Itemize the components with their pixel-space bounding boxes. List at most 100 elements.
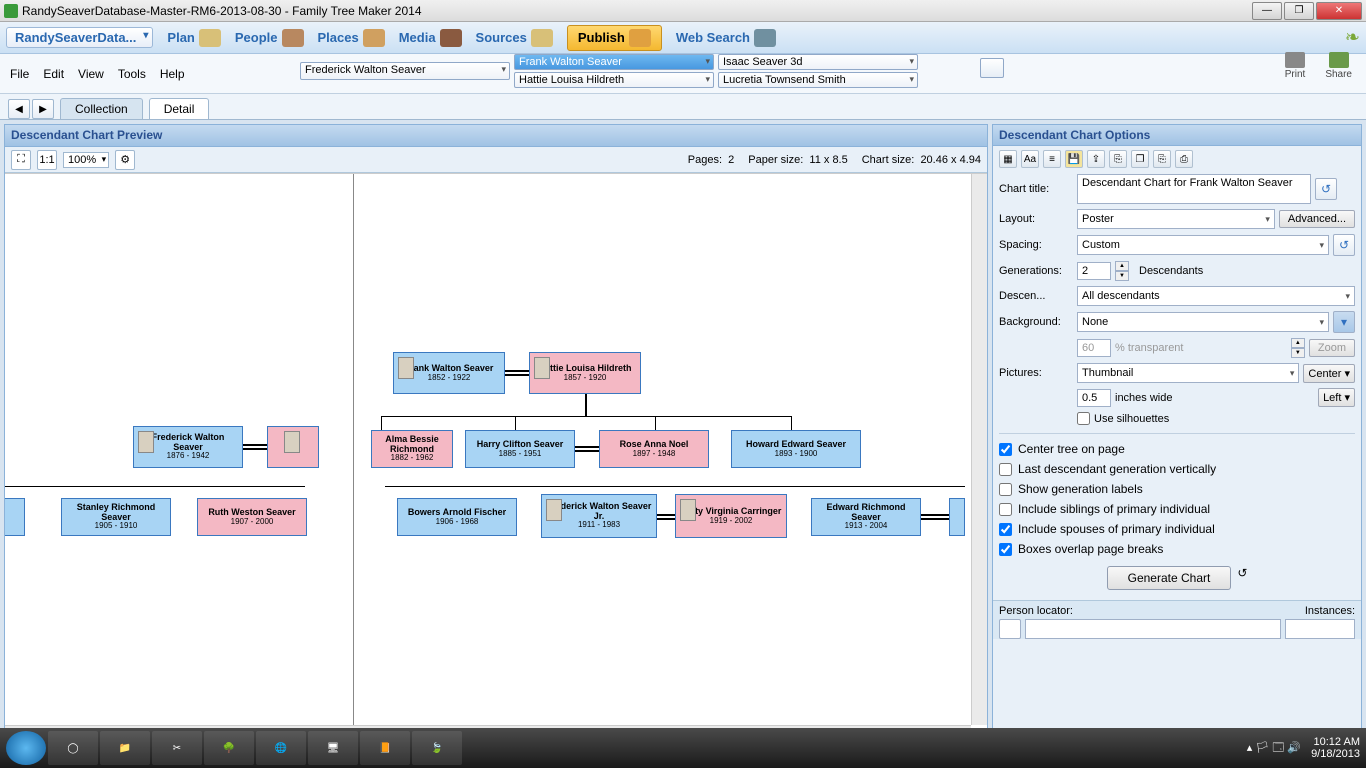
taskbar-app-3[interactable]: 🌐 bbox=[256, 731, 306, 765]
person-box[interactable] bbox=[267, 426, 319, 468]
taskbar-app-4[interactable]: 🖥 bbox=[308, 731, 358, 765]
person-box[interactable]: Edward Richmond Seaver1913 - 2004 bbox=[811, 498, 921, 536]
taskbar-app-5[interactable]: 📙 bbox=[360, 731, 410, 765]
advanced-button[interactable]: Advanced... bbox=[1279, 210, 1355, 228]
show-gen-labels-check[interactable]: Show generation labels bbox=[999, 482, 1355, 496]
zoom-select[interactable]: 100% bbox=[63, 152, 109, 168]
pedigree-gmother[interactable]: Lucretia Townsend Smith bbox=[718, 72, 918, 88]
charttitle-input[interactable]: Descendant Chart for Frank Walton Seaver bbox=[1077, 174, 1311, 204]
last-gen-vertical-check[interactable]: Last descendant generation vertically bbox=[999, 462, 1355, 476]
tray-icons[interactable]: ▴ 🏳 🗔 🔊 bbox=[1247, 739, 1301, 758]
locator-select[interactable] bbox=[1025, 619, 1281, 639]
person-box[interactable]: Stanley Richmond Seaver1905 - 1910 bbox=[61, 498, 171, 536]
pedigree-father[interactable]: Frank Walton Seaver bbox=[514, 54, 714, 70]
fit-page-button[interactable]: ⛶ bbox=[11, 150, 31, 170]
tray-date[interactable]: 9/18/2013 bbox=[1311, 748, 1360, 760]
pedigree-mother[interactable]: Hattie Louisa Hildreth bbox=[514, 72, 714, 88]
undo-spacing[interactable]: ↺ bbox=[1333, 234, 1355, 256]
center-tree-check[interactable]: Center tree on page bbox=[999, 442, 1355, 456]
person-box[interactable]: Frederick Walton Seaver Jr.1911 - 1983 bbox=[541, 494, 657, 538]
share-button[interactable]: Share bbox=[1325, 52, 1352, 80]
save-tool-icon[interactable]: 💾 bbox=[1065, 150, 1083, 168]
undo-charttitle[interactable]: ↺ bbox=[1315, 178, 1337, 200]
media-icon bbox=[440, 29, 462, 47]
menu-help[interactable]: Help bbox=[160, 67, 185, 81]
taskbar-app-1[interactable]: ✂ bbox=[152, 731, 202, 765]
bg-picker[interactable]: ▾ bbox=[1333, 311, 1355, 333]
undo-generate[interactable]: ↺ bbox=[1237, 566, 1247, 590]
maximize-button[interactable]: ❐ bbox=[1284, 2, 1314, 20]
tab-media[interactable]: Media bbox=[399, 29, 462, 47]
left-button[interactable]: Left ▾ bbox=[1318, 388, 1355, 407]
boxes-overlap-check[interactable]: Boxes overlap page breaks bbox=[999, 542, 1355, 556]
include-spouses-check[interactable]: Include spouses of primary individual bbox=[999, 522, 1355, 536]
pictures-select[interactable]: Thumbnail bbox=[1077, 363, 1299, 383]
menu-edit[interactable]: Edit bbox=[43, 67, 64, 81]
taskbar-explorer[interactable]: 📁 bbox=[100, 731, 150, 765]
picwidth-input[interactable] bbox=[1077, 389, 1111, 407]
pedigree-gfather[interactable]: Isaac Seaver 3d bbox=[718, 54, 918, 70]
tab-people[interactable]: People bbox=[235, 29, 304, 47]
person-box[interactable]: Hattie Louisa Hildreth1857 - 1920 bbox=[529, 352, 641, 394]
misc-tool-1[interactable]: ⎘ bbox=[1109, 150, 1127, 168]
person-box[interactable]: Howard Edward Seaver1893 - 1900 bbox=[731, 430, 861, 468]
tab-websearch[interactable]: Web Search bbox=[676, 29, 776, 47]
taskbar-ftm[interactable]: 🍃 bbox=[412, 731, 462, 765]
pedigree-person-1[interactable]: Frederick Walton Seaver bbox=[300, 62, 510, 80]
start-button[interactable] bbox=[6, 731, 46, 765]
taskbar-chrome[interactable]: ◯ bbox=[48, 731, 98, 765]
person-box[interactable]: Ruth Weston Seaver1907 - 2000 bbox=[197, 498, 307, 536]
menu-file[interactable]: File bbox=[10, 67, 29, 81]
spacing-select[interactable]: Custom bbox=[1077, 235, 1329, 255]
layout-select[interactable]: Poster bbox=[1077, 209, 1275, 229]
generations-spinner[interactable]: ▲▼ bbox=[1115, 261, 1129, 281]
database-dropdown[interactable]: RandySeaverData... bbox=[6, 27, 153, 48]
tab-sources[interactable]: Sources bbox=[476, 29, 553, 47]
instances-select[interactable] bbox=[1285, 619, 1355, 639]
nav-fwd[interactable]: ▶ bbox=[32, 99, 54, 119]
taskbar-app-2[interactable]: 🌳 bbox=[204, 731, 254, 765]
menu-view[interactable]: View bbox=[78, 67, 104, 81]
font-tool-icon[interactable]: Aa bbox=[1021, 150, 1039, 168]
nav-back[interactable]: ◀ bbox=[8, 99, 30, 119]
generations-input[interactable] bbox=[1077, 262, 1111, 280]
close-button[interactable]: ✕ bbox=[1316, 2, 1362, 20]
person-box[interactable]: Rose Anna Noel1897 - 1948 bbox=[599, 430, 709, 468]
generate-chart-button[interactable]: Generate Chart bbox=[1107, 566, 1232, 590]
person-box[interactable] bbox=[949, 498, 965, 536]
tab-detail[interactable]: Detail bbox=[149, 98, 210, 119]
person-box[interactable]: Harry Clifton Seaver1885 - 1951 bbox=[465, 430, 575, 468]
person-box[interactable] bbox=[5, 498, 25, 536]
tab-collection[interactable]: Collection bbox=[60, 98, 143, 119]
tray-time[interactable]: 10:12 AM bbox=[1311, 736, 1360, 748]
export-tool-icon[interactable]: ⇪ bbox=[1087, 150, 1105, 168]
person-box[interactable]: Bowers Arnold Fischer1906 - 1968 bbox=[397, 498, 517, 536]
minimize-button[interactable]: — bbox=[1252, 2, 1282, 20]
box-tool-icon[interactable]: ▦ bbox=[999, 150, 1017, 168]
misc-tool-3[interactable]: ⎘ bbox=[1153, 150, 1171, 168]
include-siblings-check[interactable]: Include siblings of primary individual bbox=[999, 502, 1355, 516]
tab-publish[interactable]: Publish bbox=[567, 25, 662, 51]
index-button[interactable] bbox=[980, 58, 1004, 78]
tab-places[interactable]: Places bbox=[318, 29, 385, 47]
person-box[interactable]: Betty Virginia Carringer1919 - 2002 bbox=[675, 494, 787, 538]
person-box[interactable]: Alma Bessie Richmond1882 - 1962 bbox=[371, 430, 453, 468]
tab-plan[interactable]: Plan bbox=[167, 29, 220, 47]
menu-tools[interactable]: Tools bbox=[118, 67, 146, 81]
chart-canvas[interactable]: Frank Walton Seaver1852 - 1922 Hattie Lo… bbox=[5, 173, 987, 741]
locator-button[interactable] bbox=[999, 619, 1021, 639]
actual-size-button[interactable]: 1:1 bbox=[37, 150, 57, 170]
misc-tool-4[interactable]: ⎙ bbox=[1175, 150, 1193, 168]
silhouettes-check[interactable]: Use silhouettes bbox=[1077, 412, 1169, 425]
settings-button[interactable]: ⚙ bbox=[115, 150, 135, 170]
center-button[interactable]: Center ▾ bbox=[1303, 364, 1355, 383]
misc-tool-2[interactable]: ❐ bbox=[1131, 150, 1149, 168]
descendants-select[interactable]: All descendants bbox=[1077, 286, 1355, 306]
person-box[interactable]: Frank Walton Seaver1852 - 1922 bbox=[393, 352, 505, 394]
instances-label: Instances: bbox=[1305, 605, 1355, 617]
align-tool-icon[interactable]: ≡ bbox=[1043, 150, 1061, 168]
print-button[interactable]: Print bbox=[1285, 52, 1306, 80]
background-select[interactable]: None bbox=[1077, 312, 1329, 332]
person-box[interactable]: Frederick Walton Seaver1876 - 1942 bbox=[133, 426, 243, 468]
vertical-scrollbar[interactable] bbox=[971, 174, 987, 725]
